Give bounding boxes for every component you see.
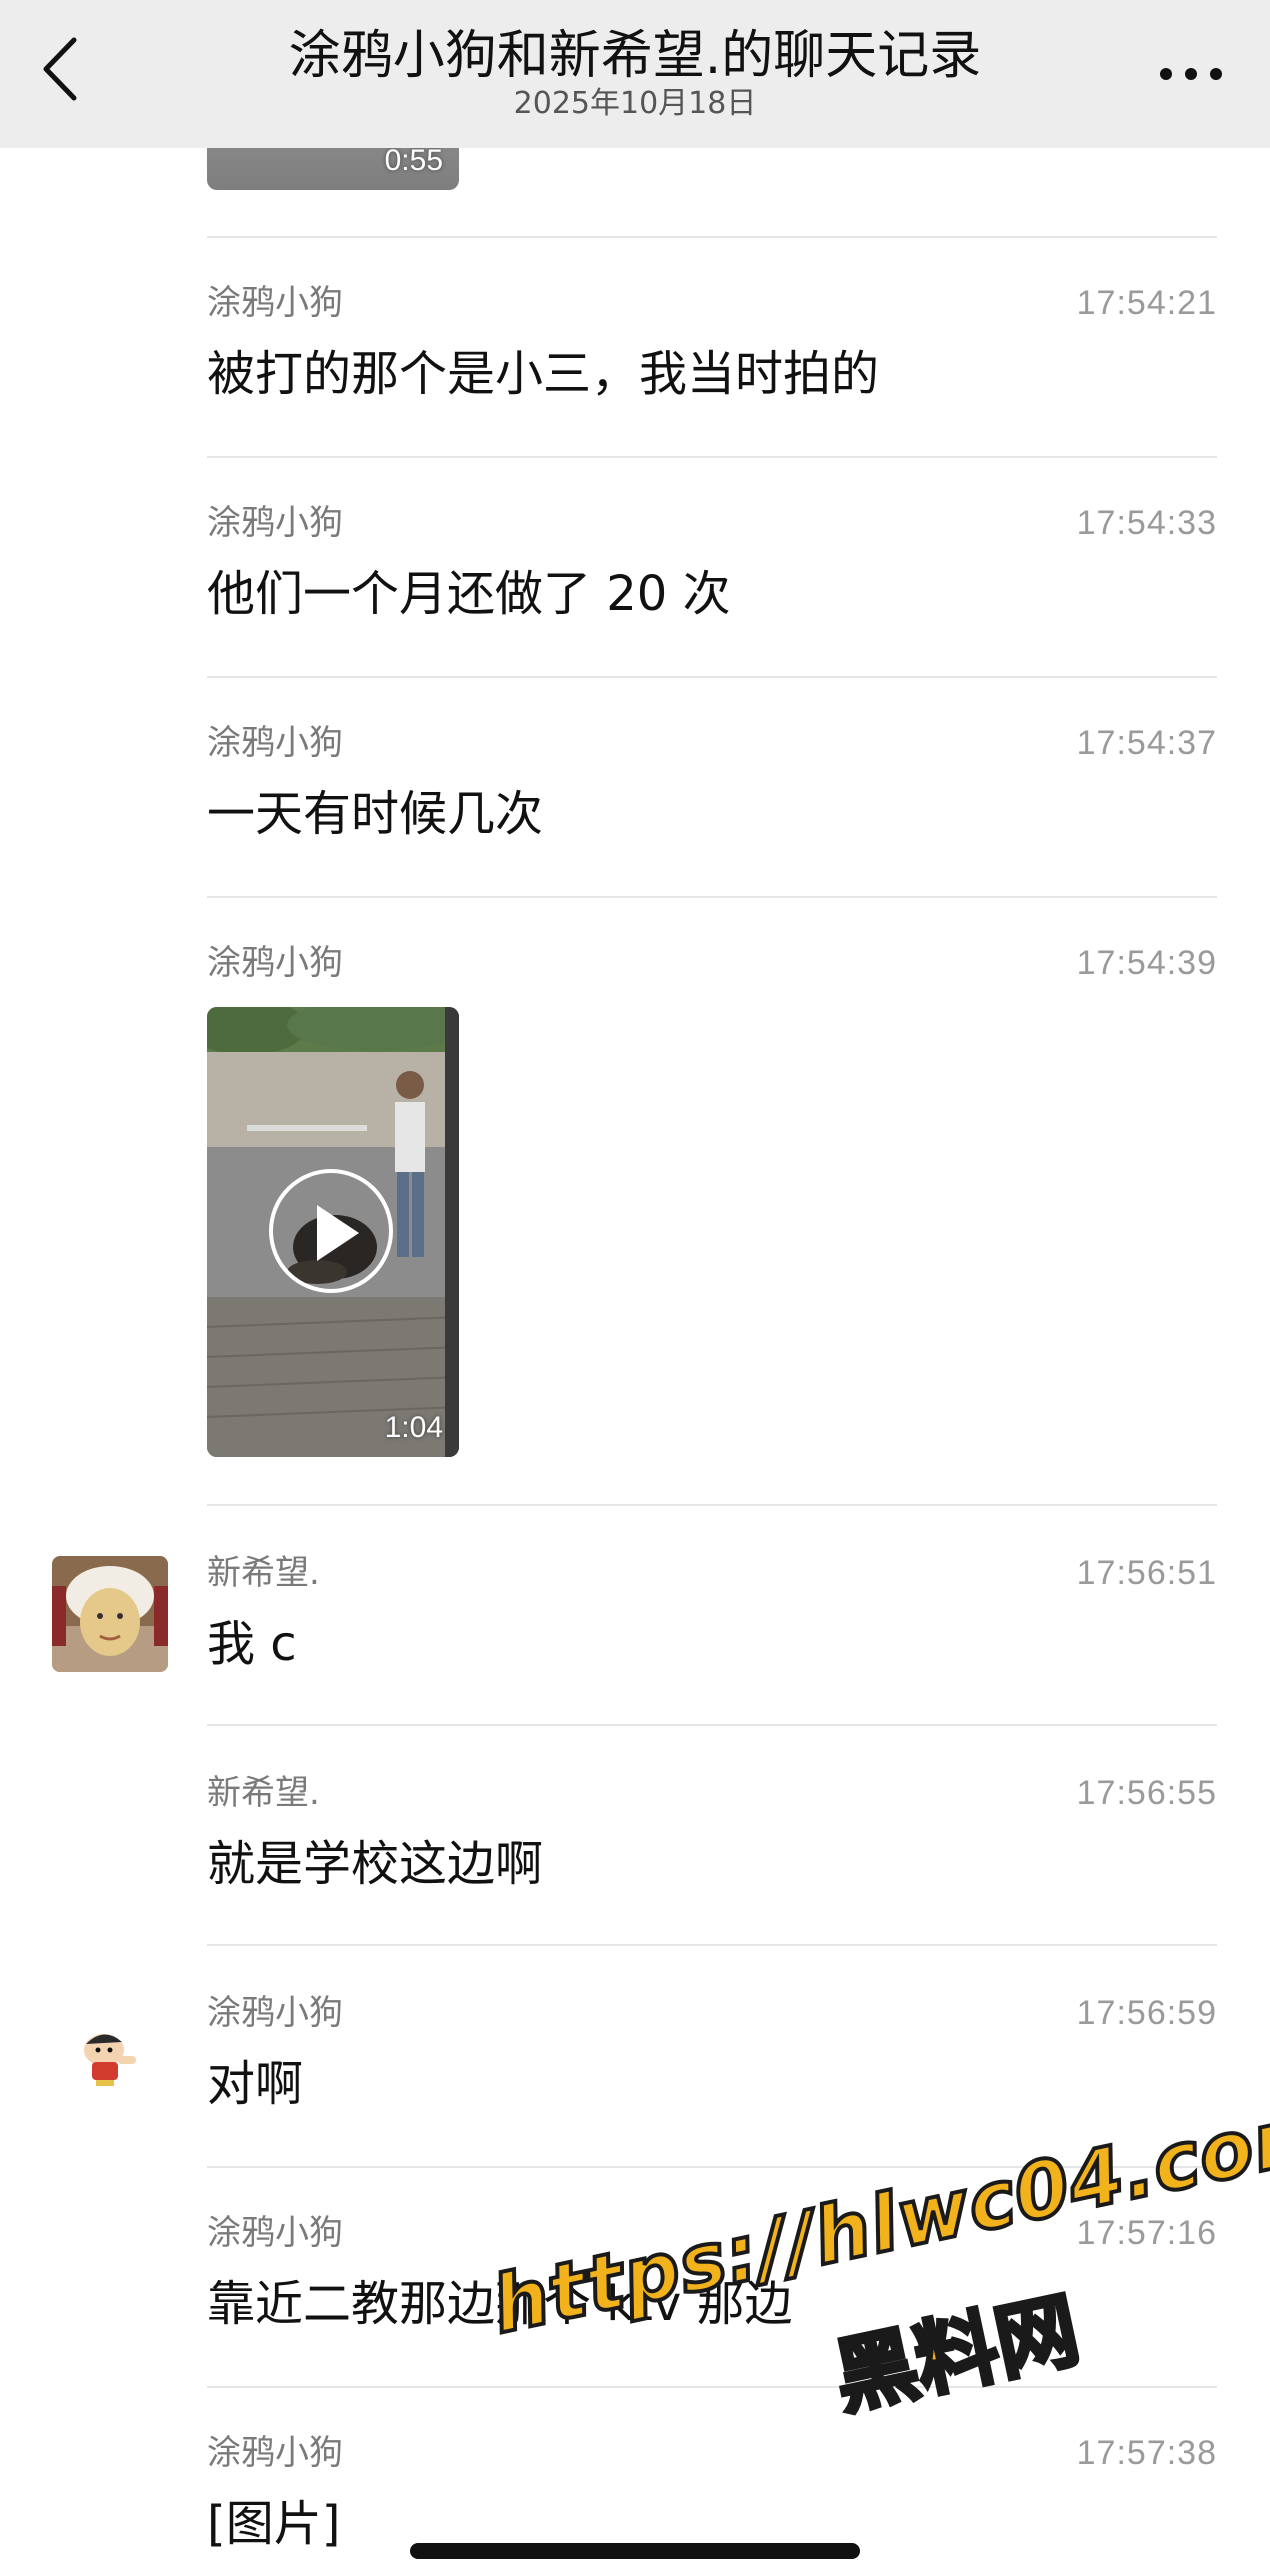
sender-name: 新希望. bbox=[207, 1773, 320, 1813]
play-icon bbox=[317, 1205, 359, 1261]
sender-name: 涂鸦小狗 bbox=[207, 943, 343, 983]
message-time: 17:54:21 bbox=[1076, 284, 1217, 322]
message-text: 靠近二教那边那个 ktv 那边 bbox=[207, 2276, 793, 2332]
divider bbox=[207, 1724, 1217, 1726]
play-button[interactable] bbox=[269, 1169, 393, 1293]
message-time: 17:57:16 bbox=[1076, 2214, 1217, 2252]
message-text: 被打的那个是小三，我当时拍的 bbox=[207, 346, 880, 402]
sender-name: 新希望. bbox=[207, 1553, 320, 1593]
message-item[interactable]: 涂鸦小狗 17:54:33 他们一个月还做了 20 次 bbox=[207, 502, 1217, 642]
message-text: 一天有时候几次 bbox=[207, 786, 544, 842]
divider bbox=[207, 1504, 1217, 1506]
message-item[interactable]: 涂鸦小狗 17:54:21 被打的那个是小三，我当时拍的 bbox=[207, 282, 1217, 422]
sender-name: 涂鸦小狗 bbox=[207, 283, 343, 323]
message-time: 17:54:33 bbox=[1076, 504, 1217, 542]
video-thumbnail[interactable]: 1:04 bbox=[207, 1007, 459, 1457]
message-text: 就是学校这边啊 bbox=[207, 1836, 544, 1892]
divider bbox=[207, 456, 1217, 458]
avatar[interactable] bbox=[52, 1556, 168, 1672]
divider bbox=[207, 2166, 1217, 2168]
message-item: 涂鸦小狗 17:54:39 bbox=[207, 942, 1217, 992]
sender-name: 涂鸦小狗 bbox=[207, 2213, 343, 2253]
message-text: 对啊 bbox=[207, 2056, 304, 2112]
header-bar: 涂鸦小狗和新希望.的聊天记录 2025年10月18日 bbox=[0, 0, 1270, 148]
message-item[interactable]: 涂鸦小狗 17:57:16 靠近二教那边那个 ktv 那边 bbox=[207, 2212, 1217, 2352]
sender-name: 涂鸦小狗 bbox=[207, 1993, 343, 2033]
message-item[interactable]: 新希望. 17:56:51 我 c bbox=[207, 1552, 1217, 1692]
doll-avatar-image bbox=[52, 1556, 168, 1672]
page-date: 2025年10月18日 bbox=[513, 86, 757, 121]
message-item[interactable]: 新希望. 17:56:55 就是学校这边啊 bbox=[207, 1772, 1217, 1912]
message-time: 17:57:38 bbox=[1076, 2434, 1217, 2472]
message-time: 17:56:51 bbox=[1076, 1554, 1217, 1592]
message-time: 17:54:39 bbox=[1076, 944, 1217, 982]
sender-name: 涂鸦小狗 bbox=[207, 2433, 343, 2473]
message-time: 17:56:55 bbox=[1076, 1774, 1217, 1812]
message-item[interactable]: 涂鸦小狗 17:56:59 对啊 bbox=[207, 1992, 1217, 2132]
message-text: 他们一个月还做了 20 次 bbox=[207, 566, 731, 622]
sender-name: 涂鸦小狗 bbox=[207, 503, 343, 543]
divider bbox=[207, 676, 1217, 678]
message-text: [图片] bbox=[207, 2496, 341, 2552]
message-item[interactable]: 涂鸦小狗 17:57:38 [图片] bbox=[207, 2432, 1217, 2560]
cartoon-avatar-image bbox=[52, 1996, 168, 2112]
divider bbox=[207, 896, 1217, 898]
divider bbox=[207, 1944, 1217, 1946]
video-duration: 1:04 bbox=[384, 1411, 443, 1444]
home-indicator[interactable] bbox=[410, 2543, 860, 2559]
message-text: 我 c bbox=[207, 1616, 297, 1672]
message-time: 17:54:37 bbox=[1076, 724, 1217, 762]
page-title: 涂鸦小狗和新希望.的聊天记录 bbox=[288, 26, 982, 86]
divider bbox=[207, 236, 1217, 238]
divider bbox=[207, 2386, 1217, 2388]
more-dots-icon bbox=[1160, 68, 1222, 80]
more-button[interactable] bbox=[1156, 52, 1226, 96]
message-item[interactable]: 涂鸦小狗 17:54:37 一天有时候几次 bbox=[207, 722, 1217, 862]
message-time: 17:56:59 bbox=[1076, 1994, 1217, 2032]
avatar[interactable] bbox=[52, 1996, 168, 2112]
chat-history-page: 涂鸦小狗和新希望.的聊天记录 2025年10月18日 0:55 涂鸦小狗 17:… bbox=[0, 0, 1270, 2560]
sender-name: 涂鸦小狗 bbox=[207, 723, 343, 763]
video-duration: 0:55 bbox=[384, 144, 443, 177]
